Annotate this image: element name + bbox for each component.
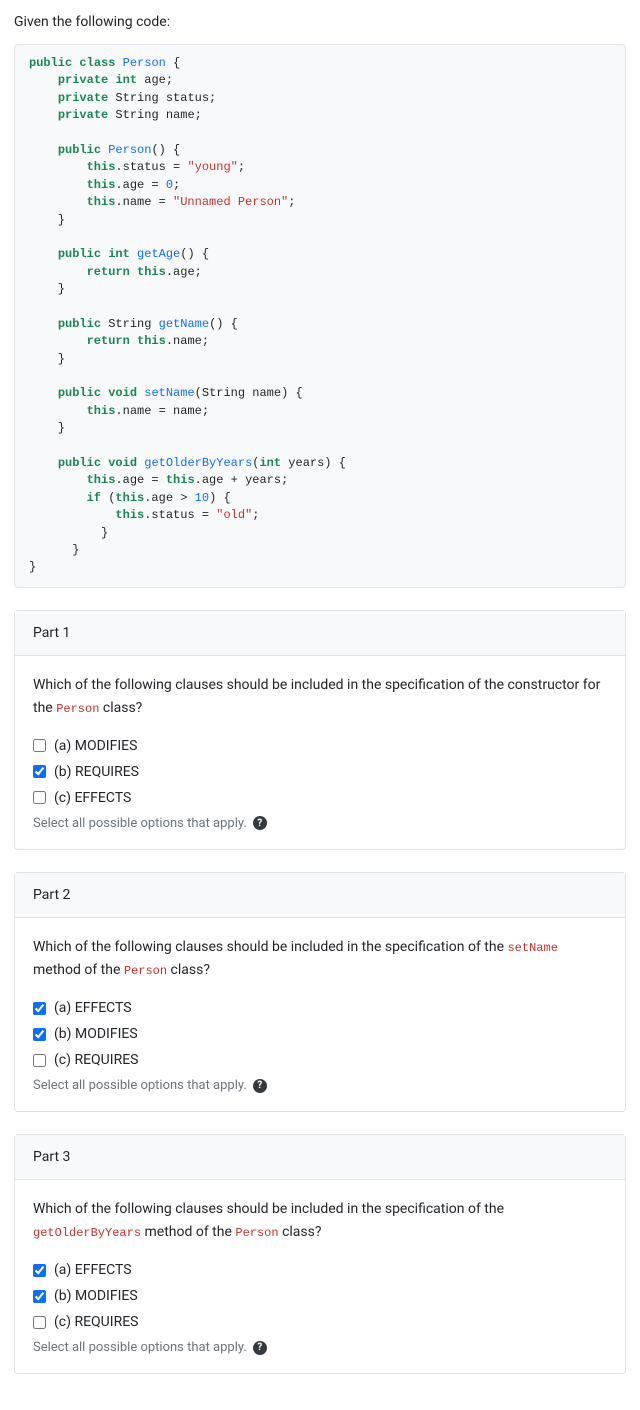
option-row[interactable]: (a) MODIFIES xyxy=(33,738,607,754)
option-label: (c) REQUIRES xyxy=(54,1314,138,1330)
part-body: Which of the following clauses should be… xyxy=(15,918,625,1111)
question-text: Which of the following clauses should be… xyxy=(33,1198,607,1244)
hint-text: Select all possible options that apply. xyxy=(33,816,247,831)
option-checkbox[interactable] xyxy=(33,765,46,778)
hint-text: Select all possible options that apply. xyxy=(33,1340,247,1355)
part-title: Part 2 xyxy=(15,873,625,918)
inline-code: getOlderByYears xyxy=(33,1226,141,1240)
option-checkbox[interactable] xyxy=(33,791,46,804)
help-icon[interactable]: ? xyxy=(253,1079,267,1093)
question-text: Which of the following clauses should be… xyxy=(33,936,607,982)
hint-row: Select all possible options that apply.? xyxy=(33,1078,607,1093)
option-label: (a) MODIFIES xyxy=(54,738,137,754)
hint-text: Select all possible options that apply. xyxy=(33,1078,247,1093)
part-card: Part 3 Which of the following clauses sho… xyxy=(14,1134,626,1374)
help-icon[interactable]: ? xyxy=(253,1341,267,1355)
option-label: (a) EFFECTS xyxy=(54,1262,132,1278)
option-label: (b) MODIFIES xyxy=(54,1288,138,1304)
part-card: Part 1 Which of the following clauses sho… xyxy=(14,610,626,850)
option-row[interactable]: (b) REQUIRES xyxy=(33,764,607,780)
option-checkbox[interactable] xyxy=(33,1054,46,1067)
part-card: Part 2 Which of the following clauses sho… xyxy=(14,872,626,1112)
inline-code: setName xyxy=(507,941,557,955)
part-body: Which of the following clauses should be… xyxy=(15,656,625,849)
option-row[interactable]: (b) MODIFIES xyxy=(33,1288,607,1304)
inline-code: Person xyxy=(235,1226,278,1240)
inline-code: Person xyxy=(56,702,99,716)
option-row[interactable]: (c) REQUIRES xyxy=(33,1052,607,1068)
hint-row: Select all possible options that apply.? xyxy=(33,1340,607,1355)
option-checkbox[interactable] xyxy=(33,1290,46,1303)
part-title: Part 3 xyxy=(15,1135,625,1180)
option-checkbox[interactable] xyxy=(33,1028,46,1041)
help-icon[interactable]: ? xyxy=(253,816,267,830)
question-text: Which of the following clauses should be… xyxy=(33,674,607,720)
option-label: (b) MODIFIES xyxy=(54,1026,138,1042)
option-row[interactable]: (a) EFFECTS xyxy=(33,1000,607,1016)
option-row[interactable]: (b) MODIFIES xyxy=(33,1026,607,1042)
part-body: Which of the following clauses should be… xyxy=(15,1180,625,1373)
option-label: (c) EFFECTS xyxy=(54,790,131,806)
option-label: (c) REQUIRES xyxy=(54,1052,138,1068)
option-row[interactable]: (c) REQUIRES xyxy=(33,1314,607,1330)
option-label: (b) REQUIRES xyxy=(54,764,139,780)
inline-code: Person xyxy=(124,964,167,978)
option-checkbox[interactable] xyxy=(33,1002,46,1015)
code-snippet: public class Person { private int age; p… xyxy=(14,44,626,588)
option-checkbox[interactable] xyxy=(33,1264,46,1277)
option-label: (a) EFFECTS xyxy=(54,1000,132,1016)
option-row[interactable]: (a) EFFECTS xyxy=(33,1262,607,1278)
option-row[interactable]: (c) EFFECTS xyxy=(33,790,607,806)
page-intro: Given the following code: xyxy=(14,14,626,30)
option-checkbox[interactable] xyxy=(33,1316,46,1329)
part-title: Part 1 xyxy=(15,611,625,656)
option-checkbox[interactable] xyxy=(33,739,46,752)
hint-row: Select all possible options that apply.? xyxy=(33,816,607,831)
